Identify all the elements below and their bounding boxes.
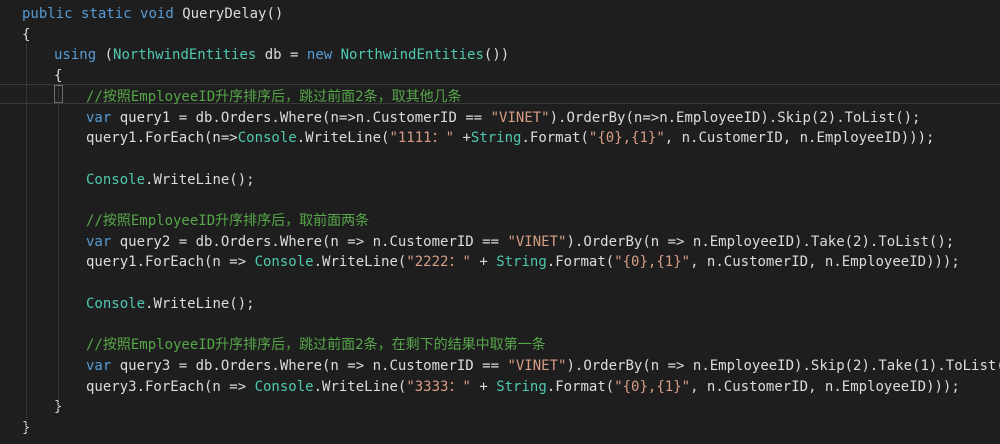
code-line[interactable]: //按照EmployeeID升序排序后，跳过前面2条，取其他几条 bbox=[86, 87, 462, 107]
code-token: , n.CustomerID, n.EmployeeID))); bbox=[664, 130, 935, 147]
code-token: ).OrderBy(n => n.EmployeeID).Take(2).ToL… bbox=[566, 233, 955, 250]
code-token: + bbox=[454, 130, 471, 147]
code-token: .WriteLine( bbox=[296, 130, 390, 147]
code-token: query1.ForEach(n => bbox=[86, 254, 255, 271]
code-token: db = bbox=[256, 47, 307, 64]
code-token: Console bbox=[254, 254, 314, 271]
code-token: "VINET" bbox=[507, 357, 567, 374]
code-token: .WriteLine(); bbox=[145, 295, 255, 312]
code-token: () bbox=[266, 6, 284, 22]
code-token: String bbox=[470, 130, 522, 147]
code-token: { bbox=[54, 68, 63, 85]
code-token: Console bbox=[86, 295, 146, 312]
code-token: { bbox=[22, 26, 31, 43]
code-line[interactable]: query3.ForEach(n => Console.WriteLine("3… bbox=[86, 377, 960, 397]
code-token: , n.CustomerID, n.EmployeeID))); bbox=[690, 378, 960, 395]
code-token: (n=>n.CustomerID == bbox=[322, 109, 491, 126]
code-token: ()) bbox=[483, 47, 510, 64]
code-line[interactable]: var query2 = db.Orders.Where(n => n.Cust… bbox=[86, 232, 954, 252]
code-line[interactable]: using (NorthwindEntities db = new Northw… bbox=[54, 45, 509, 65]
code-token: var bbox=[86, 357, 120, 374]
code-token: query1.ForEach(n=> bbox=[86, 130, 238, 147]
code-token: Console bbox=[86, 171, 146, 188]
code-token: .Format( bbox=[546, 378, 615, 395]
code-line[interactable]: Console.WriteLine(); bbox=[86, 170, 255, 190]
code-token: //按照EmployeeID升序排序后，取前面两条 bbox=[86, 213, 370, 229]
code-token: Console bbox=[237, 130, 297, 147]
code-token: QueryDelay bbox=[182, 6, 267, 22]
code-line[interactable]: { bbox=[22, 25, 30, 45]
code-token: NorthwindEntities bbox=[340, 47, 484, 64]
code-line[interactable]: public static void QueryDelay() bbox=[22, 4, 283, 24]
code-token: .Format( bbox=[521, 130, 589, 147]
code-line[interactable]: //按照EmployeeID升序排序后，跳过前面2条，在剩下的结果中取第一条 bbox=[86, 335, 546, 355]
code-token: Console bbox=[254, 378, 314, 395]
code-token: "3333：" bbox=[406, 378, 471, 395]
code-token: , n.CustomerID, n.EmployeeID))); bbox=[690, 254, 960, 271]
code-token: query2 = db.Orders.Where(n => n.Customer… bbox=[119, 233, 508, 250]
code-line[interactable]: var query3 = db.Orders.Where(n => n.Cust… bbox=[86, 356, 1000, 376]
code-token: NorthwindEntities bbox=[113, 47, 257, 64]
code-token: "{0},{1}" bbox=[614, 254, 691, 271]
code-token: query3.ForEach(n => bbox=[86, 378, 255, 395]
code-token: .WriteLine( bbox=[313, 378, 407, 395]
code-token: String bbox=[496, 254, 547, 271]
code-token: "2222：" bbox=[406, 254, 471, 271]
code-token: + bbox=[470, 378, 497, 395]
code-token: query1 = db.Orders. bbox=[119, 109, 280, 126]
code-token: + bbox=[470, 254, 497, 271]
code-token: "{0},{1}" bbox=[614, 378, 691, 395]
code-token: query3 = db.Orders.Where(n => n.Customer… bbox=[119, 357, 508, 374]
indent-guide bbox=[58, 84, 59, 409]
code-token: "1111：" bbox=[389, 130, 455, 147]
code-token: ).OrderBy(n => n.EmployeeID).Skip(2).Tak… bbox=[566, 357, 1000, 374]
code-line[interactable]: query1.ForEach(n => Console.WriteLine("2… bbox=[86, 252, 960, 272]
code-token: void bbox=[140, 6, 183, 22]
indent-guide bbox=[26, 44, 27, 434]
code-token: ).OrderBy(n=>n.EmployeeID).Skip(2).ToLis… bbox=[549, 109, 921, 126]
code-editor[interactable]: """ public static void QueryDelay(){usin… bbox=[0, 0, 1000, 444]
code-token: .WriteLine( bbox=[313, 254, 407, 271]
code-token: "VINET" bbox=[507, 233, 567, 250]
code-line[interactable]: query1.ForEach(n=>Console.WriteLine("111… bbox=[86, 128, 934, 148]
code-token: .Format( bbox=[546, 254, 615, 271]
code-token: "{0},{1}" bbox=[588, 130, 665, 147]
code-token: .WriteLine(); bbox=[145, 171, 255, 188]
code-token: static bbox=[81, 6, 141, 22]
code-token: //按照EmployeeID升序排序后，跳过前面2条，取其他几条 bbox=[86, 88, 462, 105]
code-token: public bbox=[22, 6, 82, 22]
code-line[interactable]: Console.WriteLine(); bbox=[86, 294, 255, 314]
code-token: "VINET" bbox=[490, 109, 550, 126]
code-line[interactable]: var query1 = db.Orders.Where(n=>n.Custom… bbox=[86, 108, 921, 128]
code-token: var bbox=[86, 233, 120, 250]
code-token: using bbox=[54, 47, 105, 64]
code-token: new bbox=[306, 47, 341, 64]
code-token: Where bbox=[279, 109, 323, 126]
code-line[interactable]: //按照EmployeeID升序排序后，取前面两条 bbox=[86, 211, 369, 231]
code-token: var bbox=[86, 109, 120, 126]
code-token: ( bbox=[104, 47, 114, 64]
code-token: //按照EmployeeID升序排序后，跳过前面2条，在剩下的结果中取第一条 bbox=[86, 337, 546, 354]
code-token: String bbox=[496, 378, 547, 395]
